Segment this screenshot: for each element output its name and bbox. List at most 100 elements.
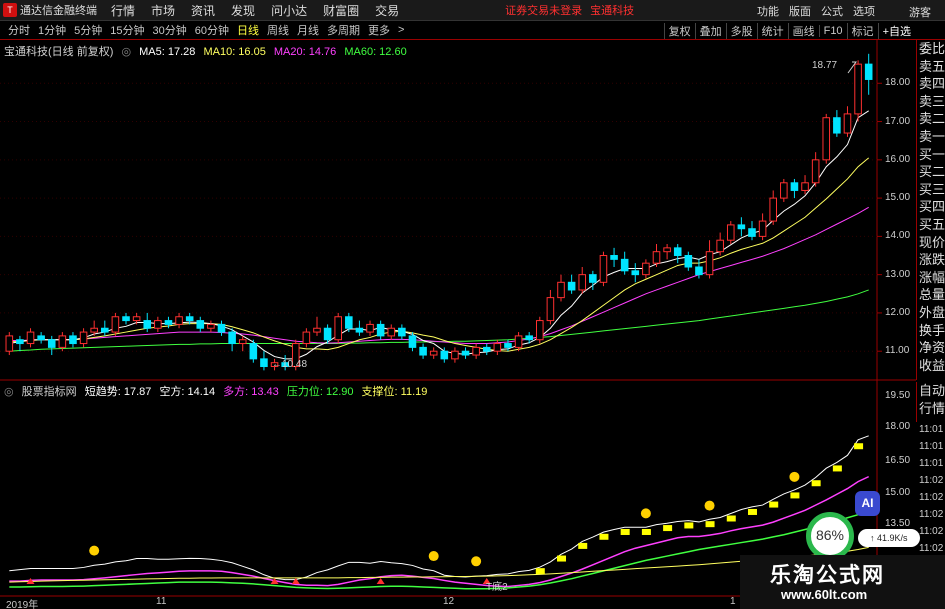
candle-body [758,220,767,237]
bear-label: 空方: 14.14 [159,386,216,398]
adjust-button[interactable]: 复权 [663,22,695,39]
candle-body [811,159,820,184]
candle-body [101,327,109,333]
period-60min[interactable]: 60分钟 [191,22,233,38]
quote-label[interactable]: 行情 [917,400,945,418]
speed-badge[interactable]: 86% [806,512,854,560]
candle-body [419,346,427,356]
indicator-tick: 15.00 [885,487,911,498]
add-watchlist-button[interactable]: +自选 [877,22,915,39]
f10-button[interactable]: F10 [818,24,847,37]
ma60-label: MA60: 12.60 [344,46,407,58]
login-warning[interactable]: 证券交易未登录 [505,2,582,18]
stock-title: 宝通科技(日线 前复权) [4,46,114,58]
indicator-tick: 13.50 [885,518,911,529]
candle-body [536,320,544,341]
stats-button[interactable]: 统计 [756,22,788,39]
price-tick: 18.00 [885,77,911,89]
chevron-right-icon[interactable]: > [394,24,408,36]
watermark-title: 乐淘公式网 [770,563,885,587]
menu-news[interactable]: 资讯 [191,2,215,19]
low-annotation: 10.48 [282,359,308,370]
candle-body [313,327,321,333]
overlay-button[interactable]: 叠加 [694,22,726,39]
menu-wealth[interactable]: 财富圈 [323,2,359,19]
indicator-tick: 16.50 [885,455,911,466]
candle-body [5,335,14,352]
candle-body [833,117,841,134]
time-tick: 1 [730,596,736,607]
candle-body [37,335,45,341]
ma20-line [9,206,869,345]
menu-exchange[interactable]: 市场 [151,2,175,19]
candle-body [822,117,831,161]
period-monthly[interactable]: 月线 [293,22,323,38]
candle-body [673,247,682,257]
ma5-label: MA5: 17.28 [139,46,196,58]
order-book-panel: 委比 卖五 卖四 卖三 卖二 卖一 买一 买二 买三 买四 买五 现价 涨跌 涨幅 总量 外盘 换手 净资 收益 [916,40,945,380]
period-5min[interactable]: 5分钟 [70,22,106,38]
period-weekly[interactable]: 周线 [263,22,293,38]
time-readout: 11:02 [919,475,944,486]
candle-body [589,274,597,283]
trend-block [705,521,715,528]
trend-block [811,480,821,487]
candles [5,53,873,371]
trend-block [790,492,800,499]
trend-block [663,525,673,532]
settings-icon[interactable]: ◎ [121,46,131,58]
period-more[interactable]: 更多 [364,22,394,38]
menu-formula[interactable]: 公式 [821,3,843,19]
trend-label: 短趋势: 17.87 [84,386,152,398]
high-annotation: 18.77 [812,60,838,71]
smile-icon [428,551,439,562]
candle-body [514,335,523,348]
candle-body [620,258,629,272]
candle-body [801,182,809,191]
candle-body [366,323,374,333]
app-title: 通达信金融终端 [20,5,97,17]
candle-body [557,281,565,299]
candle-body [398,327,406,337]
order-book-item: 买三 [919,181,945,197]
time-readout: 11:01 [919,424,944,435]
menu-layout[interactable]: 版面 [789,3,811,19]
candle-body [260,358,268,368]
auto-label[interactable]: 自动 [917,382,945,400]
stock-name-top: 宝通科技 [590,5,635,17]
menu-discover[interactable]: 发现 [231,2,255,19]
ai-button[interactable]: AI [855,491,880,516]
candle-body [175,316,183,325]
mark-button[interactable]: 标记 [846,22,878,39]
draw-line-button[interactable]: 画线 [787,22,819,39]
menu-options[interactable]: 选项 [853,3,875,19]
order-book-item: 买二 [919,164,945,180]
kline-chart[interactable] [0,0,945,609]
price-gridlines [0,82,882,352]
period-daily[interactable]: 日线 [233,22,263,38]
candle-body [79,331,88,345]
candle-body [387,327,396,337]
order-book-item: 涨幅 [919,269,945,285]
time-tick: 11 [156,596,167,607]
period-1min[interactable]: 1分钟 [34,22,70,38]
period-timeshare[interactable]: 分时 [4,22,34,38]
multi-stock-button[interactable]: 多股 [725,22,757,39]
candle-body [451,350,459,360]
candle-body [854,63,862,115]
order-book-item: 换手 [919,322,945,338]
menu-function[interactable]: 功能 [757,3,779,19]
menu-trade[interactable]: 交易 [375,2,399,19]
price-tick: 15.00 [885,192,911,204]
period-15min[interactable]: 15分钟 [106,22,148,38]
candle-body [345,316,353,329]
menu-ask[interactable]: 问小达 [271,2,307,19]
candle-body [461,350,470,356]
menu-market[interactable]: 行情 [111,2,135,19]
candle-body [631,270,640,276]
period-30min[interactable]: 30分钟 [149,22,191,38]
settings-icon[interactable]: ◎ [4,386,14,398]
guest-button[interactable]: 游客 [909,4,931,20]
chart-markers [26,61,857,584]
period-multi[interactable]: 多周期 [323,22,364,38]
